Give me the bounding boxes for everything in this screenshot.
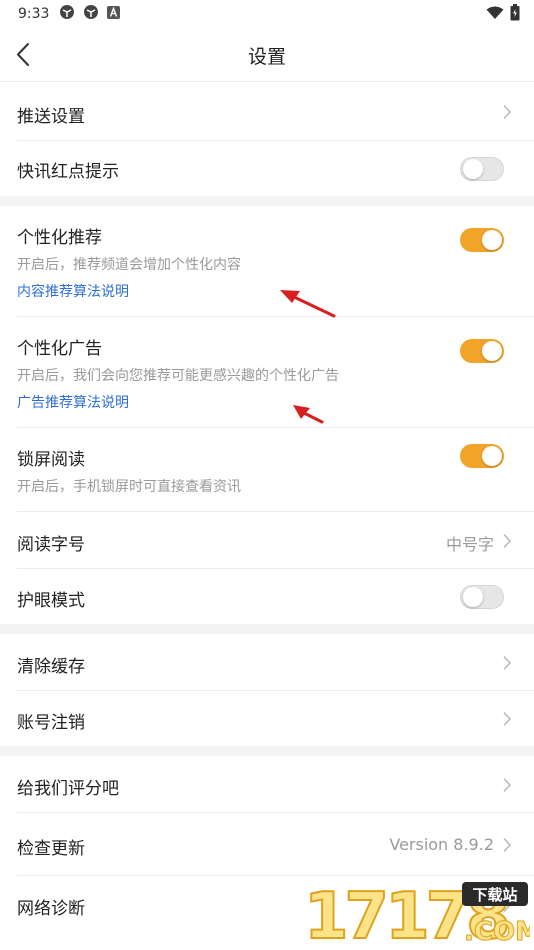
content-algorithm-link[interactable]: 内容推荐算法说明 [17, 281, 129, 301]
chevron-right-icon [503, 655, 512, 671]
news-dot-toggle[interactable] [460, 157, 504, 181]
row-title: 账号注销 [17, 713, 85, 733]
row-description: 开启后，手机锁屏时可直接查看资讯 [17, 479, 241, 495]
section-gap [0, 746, 534, 756]
row-font-size[interactable]: 阅读字号 中号字 [17, 512, 534, 569]
row-title: 锁屏阅读 [17, 450, 85, 470]
wifi-icon [486, 6, 504, 24]
row-title: 清除缓存 [17, 657, 85, 677]
row-lock-screen-read: 锁屏阅读 开启后，手机锁屏时可直接查看资讯 [17, 428, 534, 512]
chevron-right-icon [503, 777, 512, 793]
row-title: 个性化推荐 [17, 228, 102, 248]
personal-ads-toggle[interactable] [460, 339, 504, 363]
page-title: 设置 [247, 46, 286, 68]
watermark-suffix: .COM [464, 917, 530, 946]
watermark-logo: 17178 下载站 .COM [302, 876, 534, 950]
settings-list: 推送设置 快讯红点提示 个性化推荐 开启后，推荐频道会增加个性化内容 内容推荐算… [0, 82, 534, 934]
eye-care-toggle[interactable] [460, 585, 504, 609]
watermark-tag: 下载站 [472, 886, 517, 904]
toggle-knob [482, 341, 502, 361]
row-title: 推送设置 [17, 107, 85, 127]
row-description: 开启后，我们会向您推荐可能更感兴趣的个性化广告 [17, 368, 339, 384]
toggle-knob [463, 587, 483, 607]
nav-bar: 设置 [0, 28, 534, 82]
annotation-arrow-icon [280, 290, 336, 318]
chevron-right-icon [503, 837, 512, 853]
toggle-knob [463, 159, 483, 179]
row-eye-care: 护眼模式 [17, 569, 534, 624]
app-icon [59, 4, 75, 24]
app-icon [83, 4, 99, 24]
row-news-dot: 快讯红点提示 [17, 141, 534, 196]
row-delete-account[interactable]: 账号注销 [17, 691, 534, 746]
a-icon [107, 5, 121, 23]
row-clear-cache[interactable]: 清除缓存 [17, 634, 534, 691]
row-title: 给我们评分吧 [17, 779, 119, 799]
row-push-settings[interactable]: 推送设置 [17, 82, 534, 141]
status-right [486, 4, 520, 25]
row-title: 阅读字号 [17, 535, 85, 555]
battery-icon [510, 4, 520, 25]
row-rate-us[interactable]: 给我们评分吧 [17, 756, 534, 813]
row-check-update[interactable]: 检查更新 Version 8.9.2 [17, 813, 534, 876]
annotation-arrow-icon [293, 405, 324, 424]
watermark-logo-graphic: 17178 下载站 .COM [303, 879, 534, 950]
chevron-right-icon [503, 711, 512, 727]
row-personal-ads: 个性化广告 开启后，我们会向您推荐可能更感兴趣的个性化广告 广告推荐算法说明 [17, 317, 534, 428]
ads-algorithm-link[interactable]: 广告推荐算法说明 [17, 392, 129, 412]
chevron-right-icon [503, 533, 512, 549]
row-title: 快讯红点提示 [17, 162, 119, 182]
toggle-knob [482, 446, 502, 466]
row-title: 护眼模式 [17, 591, 85, 611]
status-bar: 9:33 [0, 0, 534, 28]
status-time: 9:33 [18, 6, 50, 22]
section-gap [0, 196, 534, 206]
font-size-value: 中号字 [445, 535, 494, 554]
row-title: 网络诊断 [17, 899, 85, 919]
row-title: 个性化广告 [17, 339, 102, 359]
chevron-right-icon [503, 104, 512, 120]
version-value: Version 8.9.2 [389, 835, 494, 854]
section-gap [0, 624, 534, 634]
lock-screen-toggle[interactable] [460, 444, 504, 468]
toggle-knob [482, 230, 502, 250]
row-title: 检查更新 [17, 839, 85, 859]
row-description: 开启后，推荐频道会增加个性化内容 [17, 257, 241, 273]
personal-recommend-toggle[interactable] [460, 228, 504, 252]
